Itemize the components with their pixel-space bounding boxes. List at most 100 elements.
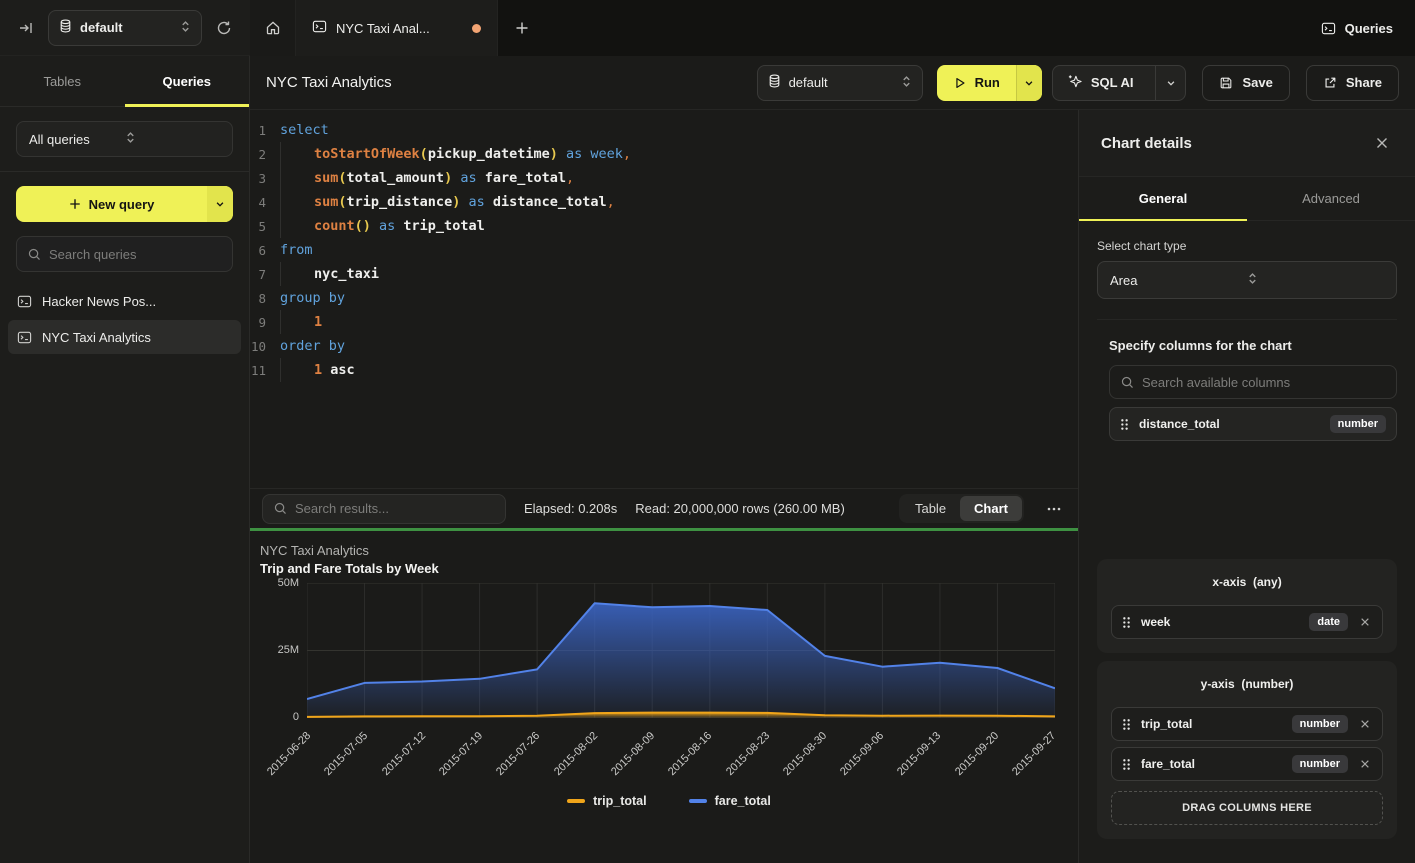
results-toolbar: Elapsed: 0.208s Read: 20,000,000 rows (2… — [250, 488, 1078, 528]
more-options-button[interactable] — [1042, 497, 1066, 521]
query-list-item[interactable]: Hacker News Pos... — [8, 284, 241, 318]
close-icon — [1375, 136, 1389, 150]
queries-button[interactable]: Queries — [1299, 0, 1415, 56]
column-name: trip_total — [1141, 717, 1282, 731]
chevron-down-icon — [215, 199, 225, 209]
x-axis-title: x-axis (any) — [1111, 569, 1383, 599]
query-list-item[interactable]: NYC Taxi Analytics — [8, 320, 241, 354]
code-line[interactable]: 10order by — [250, 334, 1078, 358]
column-type-badge: date — [1309, 613, 1348, 631]
code-line[interactable]: 1select — [250, 118, 1078, 142]
code-line[interactable]: 111 asc — [250, 358, 1078, 382]
new-query-dropdown[interactable] — [207, 186, 233, 222]
terminal-icon — [1321, 21, 1336, 36]
remove-column-icon[interactable] — [1358, 615, 1372, 629]
sql-ai-dropdown[interactable] — [1155, 66, 1185, 100]
remove-column-icon[interactable] — [1358, 717, 1372, 731]
chart-details-header: Chart details — [1079, 110, 1415, 177]
share-button[interactable]: Share — [1306, 65, 1399, 101]
new-tab-button[interactable] — [498, 0, 546, 56]
drop-zone[interactable]: DRAG COLUMNS HERE — [1111, 791, 1383, 825]
code-text: nyc_taxi — [280, 262, 379, 286]
column-item-fare_total[interactable]: fare_totalnumber — [1111, 747, 1383, 781]
tab-nyc-taxi-analytics[interactable]: NYC Taxi Anal... — [296, 0, 498, 56]
database-selector-value: default — [80, 20, 172, 35]
sidebar-tab-tables[interactable]: Tables — [0, 56, 125, 106]
share-label: Share — [1346, 75, 1382, 90]
column-item-week[interactable]: week date — [1111, 605, 1383, 639]
new-query-button[interactable]: New query — [16, 186, 233, 222]
x-axis-label: 2015-08-02 — [535, 730, 600, 795]
sql-ai-button[interactable]: SQL AI — [1052, 65, 1187, 101]
search-icon — [274, 502, 287, 515]
run-database-selector[interactable]: default — [757, 65, 923, 101]
view-toggle-chart[interactable]: Chart — [960, 496, 1022, 521]
x-axis-label: 2015-08-23 — [707, 730, 772, 795]
code-line[interactable]: 3sum(total_amount) as fare_total, — [250, 166, 1078, 190]
code-line[interactable]: 5count() as trip_total — [250, 214, 1078, 238]
sidebar-tab-queries[interactable]: Queries — [125, 56, 250, 106]
search-icon — [28, 248, 41, 261]
query-filter-select[interactable]: All queries — [16, 121, 233, 157]
column-item-trip_total[interactable]: trip_total number — [1111, 707, 1383, 741]
chart-legend: trip_total fare_total — [260, 794, 1078, 808]
tab-label: Advanced — [1302, 191, 1360, 206]
run-options-dropdown[interactable] — [1016, 65, 1042, 101]
code-line[interactable]: 6from — [250, 238, 1078, 262]
refresh-button[interactable] — [212, 16, 236, 40]
close-panel-button[interactable] — [1371, 132, 1393, 154]
x-axis-label: 2015-07-26 — [477, 730, 542, 795]
column-item-distance_total[interactable]: distance_totalnumber — [1109, 407, 1397, 441]
columns-heading: Specify columns for the chart — [1109, 338, 1397, 353]
query-item-label: NYC Taxi Analytics — [42, 330, 151, 345]
drag-handle-icon[interactable] — [1120, 418, 1129, 431]
legend-item-fare_total[interactable]: fare_total — [689, 794, 771, 808]
x-axis-label: 2015-06-28 — [248, 730, 313, 795]
code-line[interactable]: 91 — [250, 310, 1078, 334]
tab-general[interactable]: General — [1079, 177, 1247, 220]
x-axis-label: 2015-07-19 — [420, 730, 485, 795]
chart-type-label: Select chart type — [1097, 239, 1397, 253]
y-axis-title: y-axis (number) — [1111, 671, 1383, 701]
home-tab-button[interactable] — [250, 0, 296, 56]
x-axis-label: 2015-08-16 — [649, 730, 714, 795]
chevron-updown-icon — [1247, 272, 1384, 288]
remove-column-icon[interactable] — [1358, 757, 1372, 771]
legend-item-trip_total[interactable]: trip_total — [567, 794, 646, 808]
chart-type-select[interactable]: Area — [1097, 261, 1397, 299]
x-axis-label: 2015-09-20 — [936, 730, 1001, 795]
plus-icon — [515, 21, 529, 35]
chart-plot-area[interactable]: 50M 25M 0 — [307, 583, 1055, 718]
results-search-input[interactable] — [295, 501, 494, 516]
run-label: Run — [975, 75, 1000, 90]
query-search — [16, 236, 233, 272]
drag-handle-icon[interactable] — [1122, 616, 1131, 629]
sql-editor[interactable]: 1select2toStartOfWeek(pickup_datetime) a… — [250, 110, 1078, 488]
database-icon — [59, 19, 72, 36]
x-axis-label: 2015-09-13 — [879, 730, 944, 795]
play-icon — [953, 76, 967, 90]
y-axis-card: y-axis (number) trip_total number fare_tot… — [1097, 661, 1397, 839]
code-line[interactable]: 7nyc_taxi — [250, 262, 1078, 286]
column-type-badge: number — [1292, 715, 1348, 733]
code-line[interactable]: 8group by — [250, 286, 1078, 310]
query-search-input[interactable] — [49, 247, 221, 262]
tab-advanced[interactable]: Advanced — [1247, 177, 1415, 220]
column-name: week — [1141, 615, 1299, 629]
drag-handle-icon[interactable] — [1122, 758, 1131, 771]
save-button[interactable]: Save — [1202, 65, 1289, 101]
columns-search-input[interactable] — [1142, 375, 1385, 390]
database-selector[interactable]: default — [48, 10, 202, 46]
code-line[interactable]: 2toStartOfWeek(pickup_datetime) as week, — [250, 142, 1078, 166]
rows-read: Read: 20,000,000 rows (260.00 MB) — [635, 501, 845, 516]
chevron-updown-icon — [125, 131, 221, 147]
new-query-label: New query — [89, 197, 155, 212]
view-toggle-table[interactable]: Table — [901, 496, 960, 521]
drag-handle-icon[interactable] — [1122, 718, 1131, 731]
query-list: Hacker News Pos... NYC Taxi Analytics — [8, 284, 241, 354]
code-line[interactable]: 4sum(trip_distance) as distance_total, — [250, 190, 1078, 214]
code-text: from — [280, 238, 313, 262]
collapse-sidebar-button[interactable] — [14, 16, 38, 40]
tab-title: NYC Taxi Anal... — [336, 21, 463, 36]
run-button[interactable]: Run — [937, 65, 1042, 101]
